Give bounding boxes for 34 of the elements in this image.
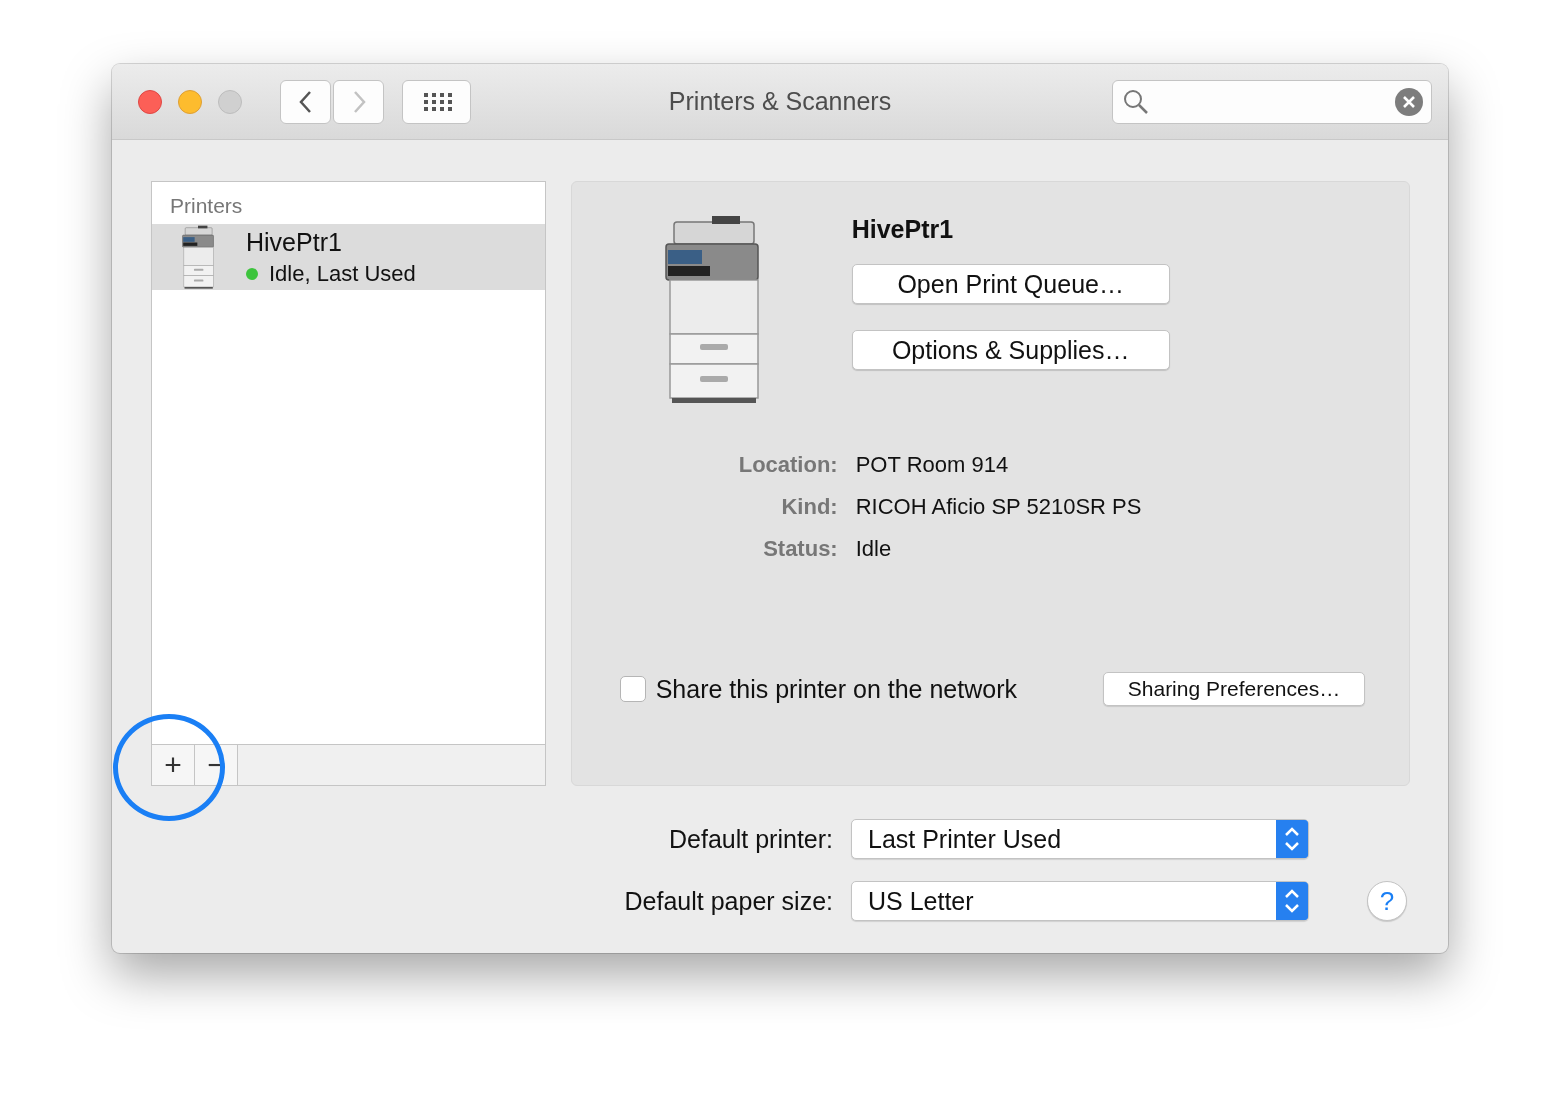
field-label: Kind: [780, 494, 838, 520]
printer-status: Idle, Last Used [269, 260, 416, 287]
printer-title: HivePtr1 [851, 215, 955, 244]
sharing-preferences-button[interactable]: Sharing Preferences… [1103, 672, 1365, 706]
field-value: Idle [855, 536, 893, 562]
printer-list-item[interactable]: HivePtr1 Idle, Last Used [152, 224, 545, 290]
share-label: Share this printer on the network [655, 674, 1017, 704]
help-button[interactable]: ? [1367, 881, 1407, 921]
stepper-arrows-icon [1276, 882, 1308, 920]
action-button[interactable]: Options & Supplies… [851, 330, 1170, 370]
list-heading: Printers [169, 193, 244, 219]
add-button[interactable]: + [152, 745, 195, 785]
back-button[interactable] [280, 79, 331, 124]
popup-menu[interactable]: Last Printer Used [851, 819, 1309, 859]
close-button[interactable] [138, 89, 162, 114]
field-label: Location: [737, 452, 838, 478]
action-button[interactable]: Open Print Queue… [851, 264, 1170, 304]
search-field[interactable] [1112, 79, 1432, 124]
show-all-button[interactable] [402, 79, 471, 124]
stepper-arrows-icon [1276, 820, 1308, 858]
setting-label: Default paper size: [623, 886, 833, 916]
field-label: Status: [762, 536, 838, 562]
printer-icon [180, 225, 216, 289]
printer-name: HivePtr1 [246, 227, 343, 257]
setting-label: Default printer: [668, 824, 833, 854]
popup-menu[interactable]: US Letter [851, 881, 1309, 921]
grid-icon [421, 91, 452, 112]
clear-icon[interactable] [1395, 87, 1423, 116]
minimize-button[interactable] [178, 89, 202, 114]
field-value: POT Room 914 [855, 452, 1010, 478]
field-value: RICOH Aficio SP 5210SR PS [855, 494, 1143, 520]
share-checkbox[interactable] [619, 676, 646, 702]
search-icon [1123, 88, 1149, 115]
window-title: Printers & Scanners [668, 87, 892, 115]
